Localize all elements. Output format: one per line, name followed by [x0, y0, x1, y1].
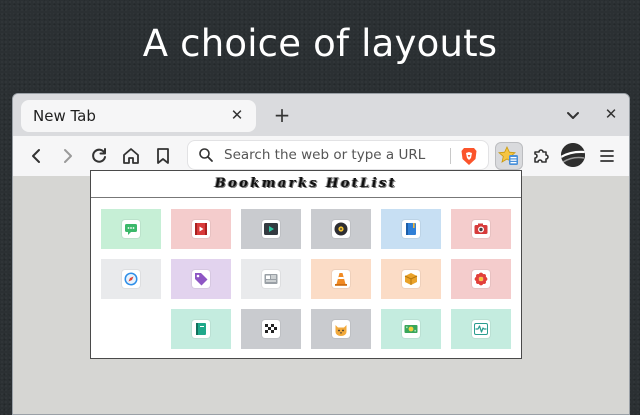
- tab-close-icon[interactable]: ✕: [226, 104, 248, 126]
- notebook-icon: [192, 320, 210, 338]
- bookmark-tile[interactable]: [171, 309, 231, 349]
- new-tab-button[interactable]: +: [269, 102, 295, 128]
- tag-icon: [192, 270, 210, 288]
- traffic-cone-icon: [332, 270, 350, 288]
- back-icon[interactable]: [25, 144, 49, 168]
- address-bar[interactable]: [187, 140, 489, 170]
- window-close-icon[interactable]: ✕: [599, 102, 623, 126]
- cat-face-icon: [332, 320, 350, 338]
- url-divider: [450, 148, 451, 164]
- bookmark-tile[interactable]: [381, 209, 441, 249]
- bookmark-tile[interactable]: [451, 309, 511, 349]
- activity-monitor-icon: [472, 320, 490, 338]
- box-icon: [402, 270, 420, 288]
- flower-icon: [472, 270, 490, 288]
- money-icon: [402, 320, 420, 338]
- popup-title: Bookmarks HotList: [214, 176, 398, 191]
- camera-icon: [472, 220, 490, 238]
- video-player-icon: [192, 220, 210, 238]
- popup-divider: [91, 197, 521, 198]
- bookmark-tile[interactable]: [241, 309, 301, 349]
- disc-icon: [332, 220, 350, 238]
- bookmark-tile[interactable]: [381, 309, 441, 349]
- bookmark-tile[interactable]: [171, 209, 231, 249]
- media-play-icon: [262, 220, 280, 238]
- forward-icon[interactable]: [55, 144, 79, 168]
- newspaper-icon: [262, 270, 280, 288]
- hotlist-popup: Bookmarks HotList: [90, 170, 522, 359]
- headline: A choice of layouts: [142, 22, 498, 65]
- url-input[interactable]: [224, 146, 440, 164]
- bookmark-tile[interactable]: [171, 259, 231, 299]
- brave-shields-icon[interactable]: [460, 146, 478, 166]
- book-icon: [402, 220, 420, 238]
- reload-icon[interactable]: [87, 144, 111, 168]
- tab-strip: New Tab ✕ + ✕: [13, 94, 629, 136]
- checkered-flag-icon: [262, 320, 280, 338]
- profile-avatar[interactable]: [561, 143, 585, 167]
- puzzle-icon[interactable]: [529, 144, 553, 168]
- bookmark-tile[interactable]: [381, 259, 441, 299]
- bookmark-tile[interactable]: [311, 259, 371, 299]
- hotlist-extension-icon[interactable]: [495, 142, 523, 170]
- tab-new-tab[interactable]: New Tab ✕: [21, 100, 256, 132]
- tab-title: New Tab: [33, 107, 96, 125]
- bookmark-tile[interactable]: [101, 259, 161, 299]
- bookmark-tile[interactable]: [241, 209, 301, 249]
- chevron-down-icon[interactable]: [561, 103, 585, 127]
- menu-icon[interactable]: [595, 144, 619, 168]
- chat-icon: [122, 220, 140, 238]
- bookmark-tile[interactable]: [451, 209, 511, 249]
- bookmark-tile[interactable]: [101, 209, 161, 249]
- home-icon[interactable]: [119, 144, 143, 168]
- bookmark-tile[interactable]: [311, 209, 371, 249]
- compass-icon: [122, 270, 140, 288]
- bookmark-tile[interactable]: [311, 309, 371, 349]
- bookmark-tile[interactable]: [451, 259, 511, 299]
- search-icon: [198, 147, 214, 163]
- bookmark-tile[interactable]: [241, 259, 301, 299]
- bookmark-icon[interactable]: [151, 144, 175, 168]
